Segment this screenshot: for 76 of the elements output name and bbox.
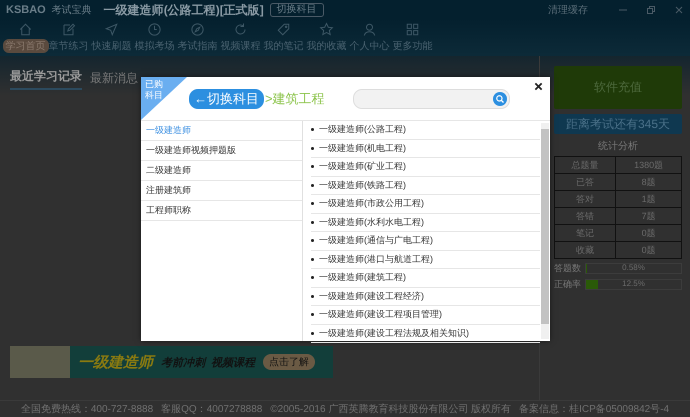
table-cell: 7题 (616, 208, 682, 224)
nav-tab[interactable]: 视频课程 (218, 39, 264, 53)
subject-item[interactable]: 一级建造师(建设工程项目管理) (311, 306, 540, 324)
brand-name: 考试宝典 (52, 4, 92, 17)
subject-item[interactable]: 一级建造师(建筑工程) (311, 269, 540, 288)
table-cell: 答对 (554, 190, 616, 208)
meter-label: 正确率 (554, 278, 582, 291)
clock-icon[interactable] (147, 22, 162, 37)
category-item[interactable]: 工程师职称 (141, 201, 302, 221)
table-cell: 8题 (616, 174, 682, 190)
table-cell: 总题量 (554, 156, 616, 174)
footer-text: 客服QQ：4007278888 (161, 402, 262, 416)
table-cell: 1题 (616, 190, 682, 208)
nav-tab[interactable]: 更多功能 (390, 39, 436, 53)
breadcrumb: >建筑工程 (265, 90, 325, 108)
subject-item[interactable]: 一级建造师(水利水电工程) (311, 214, 540, 232)
subject-item[interactable]: 一级建造师(建设工程经济) (311, 288, 540, 306)
restore-icon[interactable] (646, 5, 656, 15)
switch-subject-button[interactable]: ←切换科目 (189, 88, 264, 108)
nav-tab[interactable]: 个人中心 (346, 39, 392, 53)
compass-icon[interactable] (190, 22, 205, 37)
search-field[interactable] (352, 88, 510, 108)
footer-text: 备案信息：桂ICP备05009842号-4 (519, 402, 670, 416)
table-cell: 已答 (554, 174, 616, 190)
record-tab[interactable]: 最近学习记录 (10, 68, 82, 90)
subject-item[interactable]: 一级建造师(铁路工程) (311, 176, 540, 195)
table-cell: 1380题 (616, 156, 682, 174)
purchased-label: 已购科目 (145, 79, 163, 101)
progress-reading: 12.5% (621, 279, 646, 288)
photo-placeholder (10, 346, 70, 378)
category-item[interactable]: 一级建造师视频押题版 (141, 141, 302, 161)
clear-cache-link[interactable]: 清理缓存 (548, 3, 588, 17)
user-icon[interactable] (362, 22, 377, 37)
edit-icon[interactable] (61, 22, 76, 37)
banner-title: 一级建造师 (78, 352, 153, 372)
refresh-icon[interactable] (233, 22, 248, 37)
window-title: 一级建造师(公路工程)[正式版] (104, 2, 264, 18)
subject-item[interactable]: 一级建造师(港口与航道工程) (311, 250, 540, 269)
home-icon[interactable] (18, 22, 33, 37)
category-item[interactable]: 注册建筑师 (141, 181, 302, 201)
learn-more-button[interactable]: 点击了解 (263, 354, 316, 370)
subject-item[interactable]: 一级建造师(通信与广电工程) (311, 232, 540, 250)
table-cell: 答错 (554, 208, 616, 224)
star-icon[interactable] (319, 22, 334, 37)
nav-tab[interactable]: 我的笔记 (260, 39, 306, 53)
logo-text: KSBAO (6, 4, 46, 16)
stats-title: 统计分析 (597, 140, 639, 153)
subject-item[interactable]: 一级建造师(矿业工程) (311, 158, 540, 176)
meter-label: 答题数 (554, 262, 582, 275)
table-cell: 笔记 (554, 224, 616, 242)
footer-text: 全国免费热线：400-727-8888 (20, 402, 154, 416)
countdown-banner: 距离考试还有345天 (554, 114, 682, 134)
grid-icon[interactable] (405, 22, 420, 37)
table-cell: 0题 (616, 242, 682, 258)
nav-tab[interactable]: 我的收藏 (304, 39, 350, 53)
table-cell: 收藏 (554, 242, 616, 258)
tag-icon[interactable] (276, 22, 291, 37)
switch-subject-button[interactable]: 切换科目 (270, 3, 324, 17)
nav-tab[interactable]: 考试指南 (174, 39, 220, 53)
close-icon[interactable] (534, 82, 543, 91)
subject-item[interactable]: 一级建造师(机电工程) (311, 140, 540, 158)
nav-tab[interactable]: 模拟考场 (132, 39, 178, 53)
record-tab[interactable]: 最新消息 (90, 70, 138, 90)
category-item[interactable]: 二级建造师 (141, 161, 302, 181)
subject-item[interactable]: 一级建造师(市政公用工程) (311, 195, 540, 214)
category-item[interactable]: 一级建造师 (141, 121, 302, 141)
nav-tab[interactable]: 章节练习 (46, 39, 92, 53)
nav-tab[interactable]: 快速刷题 (88, 39, 134, 53)
scrollbar[interactable] (541, 123, 549, 339)
table-cell: 0题 (616, 224, 682, 242)
progress-reading: 0.58% (621, 263, 646, 272)
search-icon[interactable] (492, 92, 507, 106)
footer-text: ©2005-2016 广西英腾教育科技股份有限公司 版权所有 (270, 402, 512, 416)
subject-item[interactable]: 一级建造师(公路工程) (311, 121, 540, 140)
send-icon[interactable] (104, 22, 119, 37)
subject-item[interactable]: 一级建造师(建设工程法规及相关知识) (311, 324, 540, 343)
